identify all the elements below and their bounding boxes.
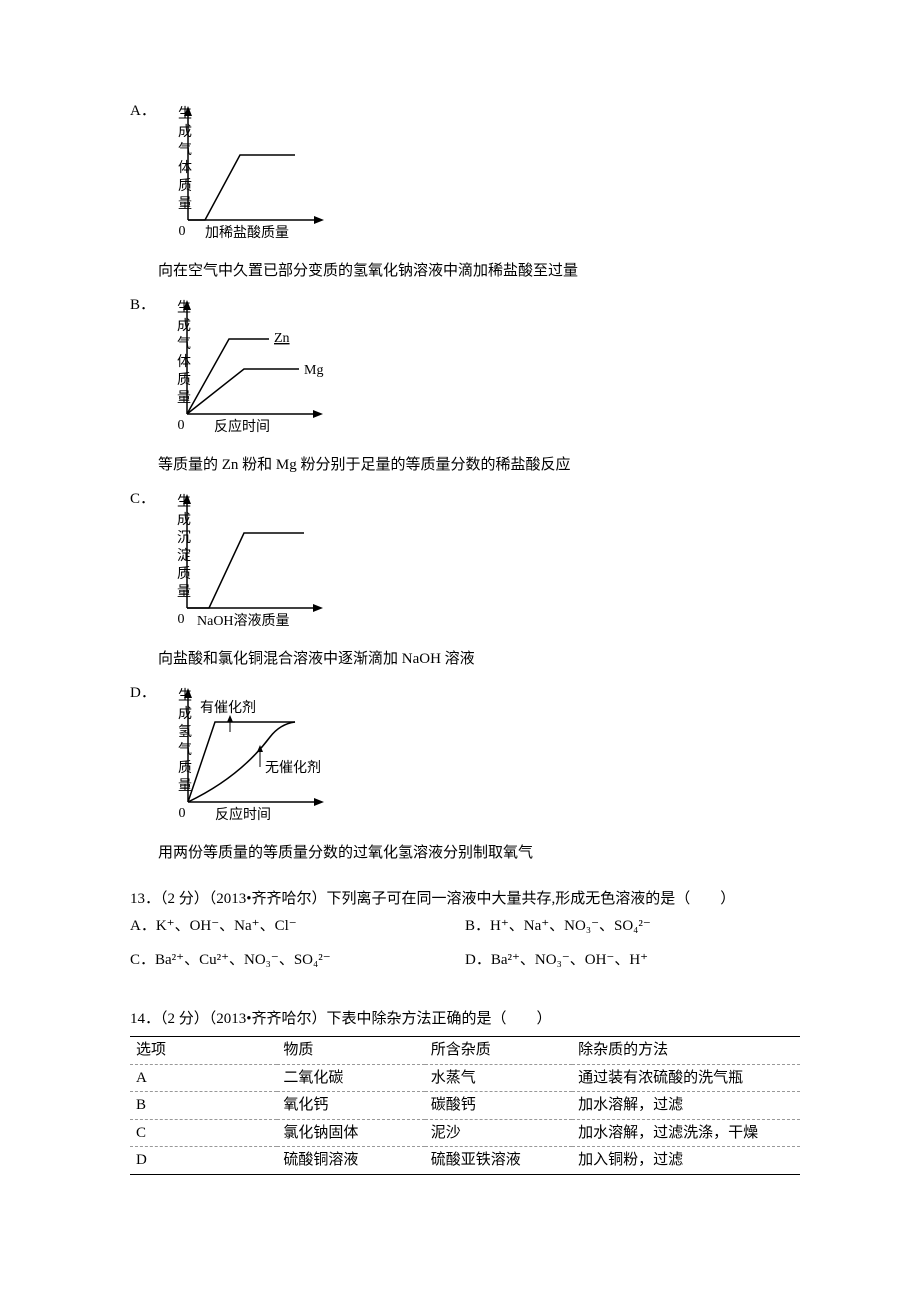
caption-D: 用两份等质量的等质量分数的过氧化氢溶液分别制取氧气: [158, 842, 800, 865]
option-label-A: A．: [130, 100, 156, 123]
q13-ions-D: Ba²⁺、NO₃⁻、OH⁻、H⁺: [491, 949, 648, 972]
x-axis-label: 反应时间: [214, 418, 270, 434]
table-row: A 二氧化碳 水蒸气 通过装有浓硫酸的洗气瓶: [130, 1064, 800, 1092]
y-axis-char: 成: [178, 706, 192, 722]
y-axis-char: 体: [178, 160, 192, 176]
y-axis-char: 质: [178, 178, 192, 194]
cell: 硫酸亚铁溶液: [425, 1147, 572, 1175]
cell: 氧化钙: [277, 1092, 424, 1120]
option-label-B: B．: [130, 294, 155, 317]
series-label-catalyst: 有催化剂: [200, 700, 256, 716]
q13-label-D: D．: [465, 949, 491, 972]
q12-option-A: A． 生 成 气 体 质 量 0 加稀盐酸质量: [130, 100, 800, 252]
q12-option-D: D． 有催化剂 无催化剂 生 成 氢 气 质 量: [130, 682, 800, 834]
cell: B: [130, 1092, 277, 1120]
question-14: 14．（2 分）（2013•齐齐哈尔）下表中除杂方法正确的是（ ） 选项 物质 …: [130, 1008, 800, 1175]
th-substance: 物质: [277, 1037, 424, 1065]
q13-option-C: C． Ba²⁺、Cu²⁺、NO₃⁻、SO₄²⁻: [130, 949, 465, 972]
q13-ions-C: Ba²⁺、Cu²⁺、NO₃⁻、SO₄²⁻: [155, 949, 331, 972]
y-axis-char: 量: [177, 584, 191, 600]
caption-C: 向盐酸和氯化铜混合溶液中逐渐滴加 NaOH 溶液: [158, 648, 800, 671]
y-axis-char: 生: [178, 106, 192, 122]
y-axis-char: 氢: [178, 724, 192, 740]
chart-C: 生 成 沉 淀 质 量 0 NaOH溶液质量: [159, 488, 339, 628]
origin-label: 0: [178, 806, 185, 821]
cell: A: [130, 1064, 277, 1092]
cell: 水蒸气: [425, 1064, 572, 1092]
q13-ions-B: H⁺、Na⁺、NO₃⁻、SO₄²⁻: [490, 915, 651, 938]
option-label-D: D．: [130, 682, 156, 705]
th-method: 除杂质的方法: [572, 1037, 800, 1065]
y-axis-char: 质: [177, 566, 191, 582]
series-label-no-catalyst: 无催化剂: [265, 760, 321, 776]
q13-option-D: D． Ba²⁺、NO₃⁻、OH⁻、H⁺: [465, 949, 800, 972]
y-axis-char: 成: [178, 124, 192, 140]
x-axis-label: 加稀盐酸质量: [205, 225, 289, 240]
th-impurity: 所含杂质: [425, 1037, 572, 1065]
y-axis-char: 气: [177, 336, 191, 352]
x-axis-label: NaOH溶液质量: [197, 613, 290, 628]
caption-A: 向在空气中久置已部分变质的氢氧化钠溶液中滴加稀盐酸至过量: [158, 260, 800, 283]
y-axis-char: 量: [178, 196, 192, 212]
y-axis-char: 成: [177, 512, 191, 528]
table-row: B 氧化钙 碳酸钙 加水溶解，过滤: [130, 1092, 800, 1120]
cell: 加水溶解，过滤: [572, 1092, 800, 1120]
table-row: D 硫酸铜溶液 硫酸亚铁溶液 加入铜粉，过滤: [130, 1147, 800, 1175]
cell: 通过装有浓硫酸的洗气瓶: [572, 1064, 800, 1092]
cell: 泥沙: [425, 1119, 572, 1147]
q13-label-A: A．: [130, 915, 156, 938]
q14-stem: 14．（2 分）（2013•齐齐哈尔）下表中除杂方法正确的是（ ）: [130, 1008, 800, 1031]
caption-B: 等质量的 Zn 粉和 Mg 粉分别于足量的等质量分数的稀盐酸反应: [158, 454, 800, 477]
x-axis-label: 反应时间: [215, 806, 271, 822]
chart-A: 生 成 气 体 质 量 0 加稀盐酸质量: [160, 100, 330, 240]
y-axis-char: 淀: [177, 548, 191, 564]
cell: 氯化钠固体: [277, 1119, 424, 1147]
cell: 加入铜粉，过滤: [572, 1147, 800, 1175]
y-axis-char: 成: [177, 318, 191, 334]
y-axis-char: 量: [178, 778, 192, 794]
table-header-row: 选项 物质 所含杂质 除杂质的方法: [130, 1037, 800, 1065]
q13-option-B: B． H⁺、Na⁺、NO₃⁻、SO₄²⁻: [465, 915, 800, 938]
cell: C: [130, 1119, 277, 1147]
cell: 加水溶解，过滤洗涤，干燥: [572, 1119, 800, 1147]
cell: D: [130, 1147, 277, 1175]
y-axis-char: 气: [178, 742, 192, 758]
cell: 二氧化碳: [277, 1064, 424, 1092]
y-axis-char: 沉: [177, 530, 191, 546]
table-row: C 氯化钠固体 泥沙 加水溶解，过滤洗涤，干燥: [130, 1119, 800, 1147]
chart-D: 有催化剂 无催化剂 生 成 氢 气 质 量 0 反应时间: [160, 682, 350, 822]
q13-label-B: B．: [465, 915, 490, 938]
y-axis-char: 质: [178, 760, 192, 776]
q12-option-B: B． Zn Mg 生 成 气 体 质 量 0 反应时间: [130, 294, 800, 446]
y-axis-char: 生: [178, 688, 192, 704]
cell: 硫酸铜溶液: [277, 1147, 424, 1175]
origin-label: 0: [178, 224, 185, 239]
y-axis-char: 生: [177, 300, 191, 316]
y-axis-char: 量: [177, 390, 191, 406]
q13-ions-A: K⁺、OH⁻、Na⁺、Cl⁻: [156, 915, 297, 938]
origin-label: 0: [178, 418, 185, 433]
q12-option-C: C． 生 成 沉 淀 质 量 0 NaOH溶液质量: [130, 488, 800, 640]
y-axis-char: 生: [177, 494, 191, 510]
y-axis-char: 体: [177, 354, 191, 370]
y-axis-char: 气: [178, 142, 192, 158]
option-label-C: C．: [130, 488, 155, 511]
th-option: 选项: [130, 1037, 277, 1065]
q13-label-C: C．: [130, 949, 155, 972]
series-label-Mg: Mg: [304, 363, 323, 378]
chart-B: Zn Mg 生 成 气 体 质 量 0 反应时间: [159, 294, 339, 434]
y-axis-char: 质: [177, 372, 191, 388]
q14-table: 选项 物质 所含杂质 除杂质的方法 A 二氧化碳 水蒸气 通过装有浓硫酸的洗气瓶…: [130, 1036, 800, 1175]
origin-label: 0: [178, 612, 185, 627]
q13-option-A: A． K⁺、OH⁻、Na⁺、Cl⁻: [130, 915, 465, 938]
cell: 碳酸钙: [425, 1092, 572, 1120]
series-label-Zn: Zn: [274, 331, 290, 346]
question-13: 13．（2 分）（2013•齐齐哈尔）下列离子可在同一溶液中大量共存,形成无色溶…: [130, 888, 800, 984]
q13-stem: 13．（2 分）（2013•齐齐哈尔）下列离子可在同一溶液中大量共存,形成无色溶…: [130, 888, 800, 911]
